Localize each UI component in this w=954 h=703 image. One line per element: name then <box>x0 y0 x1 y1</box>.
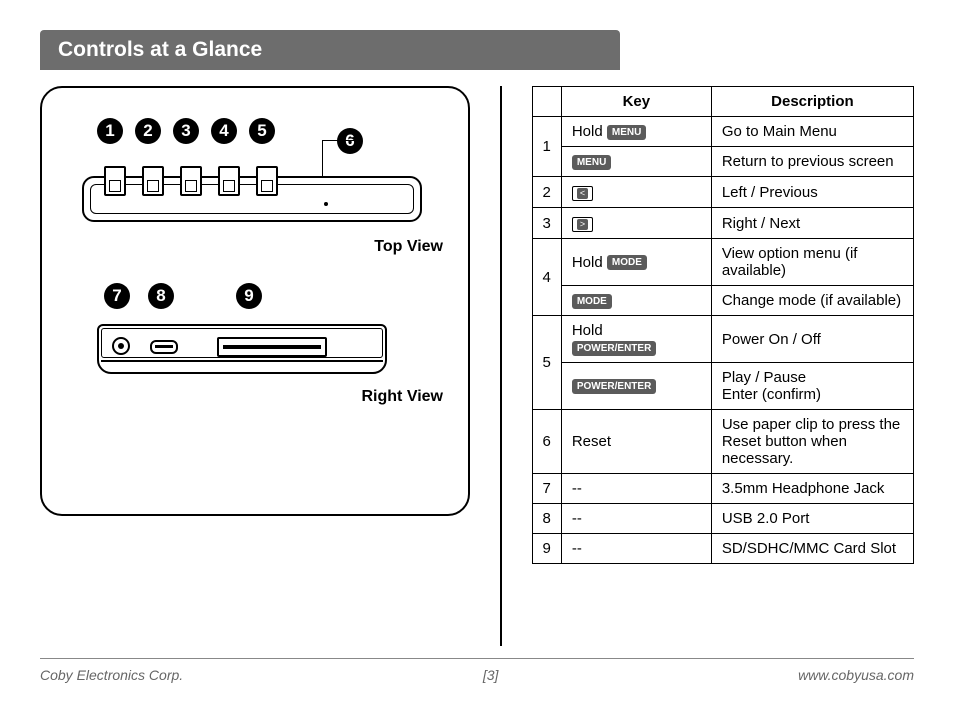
table-header-row: Key Description <box>532 87 914 117</box>
mode-button-label: MODE <box>607 255 647 270</box>
diagram-panel: 1 2 3 4 5 6 Top View 7 8 9 <box>40 86 470 516</box>
key-1a: Hold MENU <box>561 117 711 147</box>
desc-4a: View option menu (if available) <box>711 239 913 286</box>
device-right-seam <box>101 360 383 362</box>
callout-2: 2 <box>135 118 161 144</box>
key-9: -- <box>561 534 711 564</box>
table-row: 1 Hold MENU Go to Main Menu <box>532 117 914 147</box>
callout-4: 4 <box>211 118 237 144</box>
table-row: 2 < Left / Previous <box>532 177 914 208</box>
hold-text: Hold <box>572 254 603 271</box>
row-num-3: 3 <box>532 208 561 239</box>
header-key: Key <box>561 87 711 117</box>
key-3: > <box>561 208 711 239</box>
controls-table: Key Description 1 Hold MENU Go to Main M… <box>532 86 915 564</box>
table-row: 9 -- SD/SDHC/MMC Card Slot <box>532 534 914 564</box>
key-4b: MODE <box>561 286 711 316</box>
device-top-body <box>82 176 422 222</box>
desc-8: USB 2.0 Port <box>711 504 913 534</box>
table-row: MODE Change mode (if available) <box>532 286 914 316</box>
right-view-label: Right View <box>362 388 444 406</box>
key-1b: MENU <box>561 147 711 177</box>
device-right-top <box>101 328 383 358</box>
top-view-label: Top View <box>374 238 443 256</box>
header-desc: Description <box>711 87 913 117</box>
device-button-3-icon <box>180 166 202 196</box>
key-7: -- <box>561 474 711 504</box>
callout-7: 7 <box>104 283 130 309</box>
key-8: -- <box>561 504 711 534</box>
row-num-8: 8 <box>532 504 561 534</box>
key-2: < <box>561 177 711 208</box>
callout-9: 9 <box>236 283 262 309</box>
desc-4b: Change mode (if available) <box>711 286 913 316</box>
table-row: 5 HoldPOWER/ENTER Power On / Off <box>532 316 914 363</box>
row-num-7: 7 <box>532 474 561 504</box>
right-callout-numbers: 7 8 9 <box>104 283 262 309</box>
desc-2: Left / Previous <box>711 177 913 208</box>
footer-url: www.cobyusa.com <box>798 667 914 683</box>
table-row: 4 Hold MODE View option menu (if availab… <box>532 239 914 286</box>
row-num-9: 9 <box>532 534 561 564</box>
section-title: Controls at a Glance <box>40 30 620 70</box>
callout-3: 3 <box>173 118 199 144</box>
top-callout-numbers: 1 2 3 4 5 <box>97 118 275 144</box>
desc-7: 3.5mm Headphone Jack <box>711 474 913 504</box>
row-num-4: 4 <box>532 239 561 316</box>
table-row: 6 Reset Use paper clip to press the Rese… <box>532 410 914 474</box>
device-button-4-icon <box>218 166 240 196</box>
row-num-6: 6 <box>532 410 561 474</box>
key-6: Reset <box>561 410 711 474</box>
page-footer: Coby Electronics Corp. [3] www.cobyusa.c… <box>40 658 914 683</box>
power-enter-button-label: POWER/ENTER <box>572 379 656 394</box>
row-num-5: 5 <box>532 316 561 410</box>
desc-5a: Power On / Off <box>711 316 913 363</box>
sd-slot-icon <box>217 337 327 357</box>
device-button-5-icon <box>256 166 278 196</box>
headphone-jack-icon <box>112 337 130 355</box>
footer-company: Coby Electronics Corp. <box>40 667 183 683</box>
usb-port-icon <box>150 340 178 354</box>
desc-5b: Play / Pause Enter (confirm) <box>711 363 913 410</box>
row-num-1: 1 <box>532 117 561 177</box>
device-button-2-icon <box>142 166 164 196</box>
table-row: 3 > Right / Next <box>532 208 914 239</box>
device-top-inner <box>90 184 414 214</box>
header-num <box>532 87 561 117</box>
right-arrow-icon: > <box>572 217 593 232</box>
menu-button-label: MENU <box>572 155 611 170</box>
table-row: POWER/ENTER Play / Pause Enter (confirm) <box>532 363 914 410</box>
mode-button-label: MODE <box>572 294 612 309</box>
content-row: 1 2 3 4 5 6 Top View 7 8 9 <box>40 86 914 646</box>
callout-5: 5 <box>249 118 275 144</box>
device-right-view <box>97 324 387 374</box>
callout-1: 1 <box>97 118 123 144</box>
key-5a: Hold POWER/ENTER <box>561 316 711 363</box>
desc-6: Use paper clip to press the Reset button… <box>711 410 913 474</box>
desc-3: Right / Next <box>711 208 913 239</box>
device-top-view <box>82 162 422 222</box>
key-4a: Hold MODE <box>561 239 711 286</box>
desc-1b: Return to previous screen <box>711 147 913 177</box>
desc-9: SD/SDHC/MMC Card Slot <box>711 534 913 564</box>
hold-text: Hold <box>572 322 603 339</box>
reset-hole-icon <box>324 202 328 206</box>
desc-1a: Go to Main Menu <box>711 117 913 147</box>
hold-text: Hold <box>572 123 603 140</box>
device-button-1-icon <box>104 166 126 196</box>
table-row: 8 -- USB 2.0 Port <box>532 504 914 534</box>
table-row: MENU Return to previous screen <box>532 147 914 177</box>
footer-page-number: [3] <box>483 667 499 683</box>
row-num-2: 2 <box>532 177 561 208</box>
left-arrow-icon: < <box>572 186 593 201</box>
table-row: 7 -- 3.5mm Headphone Jack <box>532 474 914 504</box>
menu-button-label: MENU <box>607 125 646 140</box>
callout-8: 8 <box>148 283 174 309</box>
controls-table-panel: Key Description 1 Hold MENU Go to Main M… <box>532 86 915 646</box>
key-5b: POWER/ENTER <box>561 363 711 410</box>
power-enter-button-label: POWER/ENTER <box>572 341 656 356</box>
vertical-divider <box>500 86 502 646</box>
